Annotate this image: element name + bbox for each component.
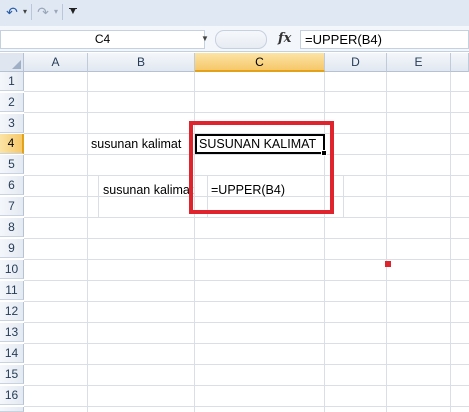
toolbar-separator: [62, 4, 63, 20]
name-box[interactable]: C4: [0, 30, 205, 49]
row-header-17[interactable]: [0, 407, 24, 412]
gridline: [24, 217, 469, 218]
gridline: [24, 343, 469, 344]
gridline: [87, 72, 88, 412]
table-border: [98, 175, 99, 217]
redo-icon[interactable]: ↷: [35, 3, 51, 21]
column-header-d[interactable]: D: [325, 53, 387, 72]
formula-input[interactable]: =UPPER(B4): [300, 30, 469, 49]
gridline: [24, 385, 469, 386]
highlight-dot: [385, 261, 391, 267]
gridline: [386, 72, 387, 412]
row-header-9[interactable]: 9: [0, 239, 24, 258]
table-border: [343, 175, 344, 217]
row-header-6[interactable]: 6: [0, 176, 24, 195]
column-header-f[interactable]: [451, 53, 469, 72]
gridline: [24, 406, 469, 407]
undo-icon[interactable]: ↶: [4, 3, 20, 21]
gridline: [24, 280, 469, 281]
row-header-14[interactable]: 14: [0, 344, 24, 363]
row-header-12[interactable]: 12: [0, 302, 24, 321]
row-header-2[interactable]: 2: [0, 93, 24, 112]
formula-bar-resize-handle[interactable]: [215, 30, 267, 49]
gridline: [24, 259, 469, 260]
row-header-3[interactable]: 3: [0, 114, 24, 133]
gridline: [24, 322, 469, 323]
name-box-dropdown-icon[interactable]: ▼: [199, 33, 211, 45]
highlight-box: [189, 121, 334, 214]
column-header-b[interactable]: B: [88, 53, 195, 72]
row-header-5[interactable]: 5: [0, 155, 24, 174]
gridline: [24, 238, 469, 239]
gridline: [24, 301, 469, 302]
row-header-10[interactable]: 10: [0, 260, 24, 279]
row-header-4[interactable]: 4: [0, 134, 24, 154]
gridline: [24, 364, 469, 365]
row-header-1[interactable]: 1: [0, 72, 24, 91]
row-header-8[interactable]: 8: [0, 218, 24, 237]
row-header-16[interactable]: 16: [0, 386, 24, 405]
row-header-15[interactable]: 15: [0, 365, 24, 384]
row-header-11[interactable]: 11: [0, 281, 24, 300]
column-header-e[interactable]: E: [387, 53, 451, 72]
gridline: [24, 91, 469, 92]
row-header-7[interactable]: 7: [0, 197, 24, 216]
gridline: [450, 72, 451, 412]
insert-function-icon[interactable]: fx: [278, 29, 296, 49]
undo-dropdown-icon[interactable]: ▾: [20, 3, 30, 21]
select-all-triangle-icon: [12, 60, 21, 69]
column-header-c[interactable]: C: [195, 53, 325, 72]
cell-b4[interactable]: susunan kalimat: [91, 135, 191, 154]
redo-dropdown-icon[interactable]: ▾: [51, 3, 61, 21]
row-header-13[interactable]: 13: [0, 323, 24, 342]
toolbar-separator: [31, 4, 32, 20]
gridline: [24, 112, 469, 113]
column-header-a[interactable]: A: [24, 53, 88, 72]
customize-bar-line: [69, 8, 77, 9]
customize-toolbar-icon[interactable]: ▼: [66, 3, 80, 21]
